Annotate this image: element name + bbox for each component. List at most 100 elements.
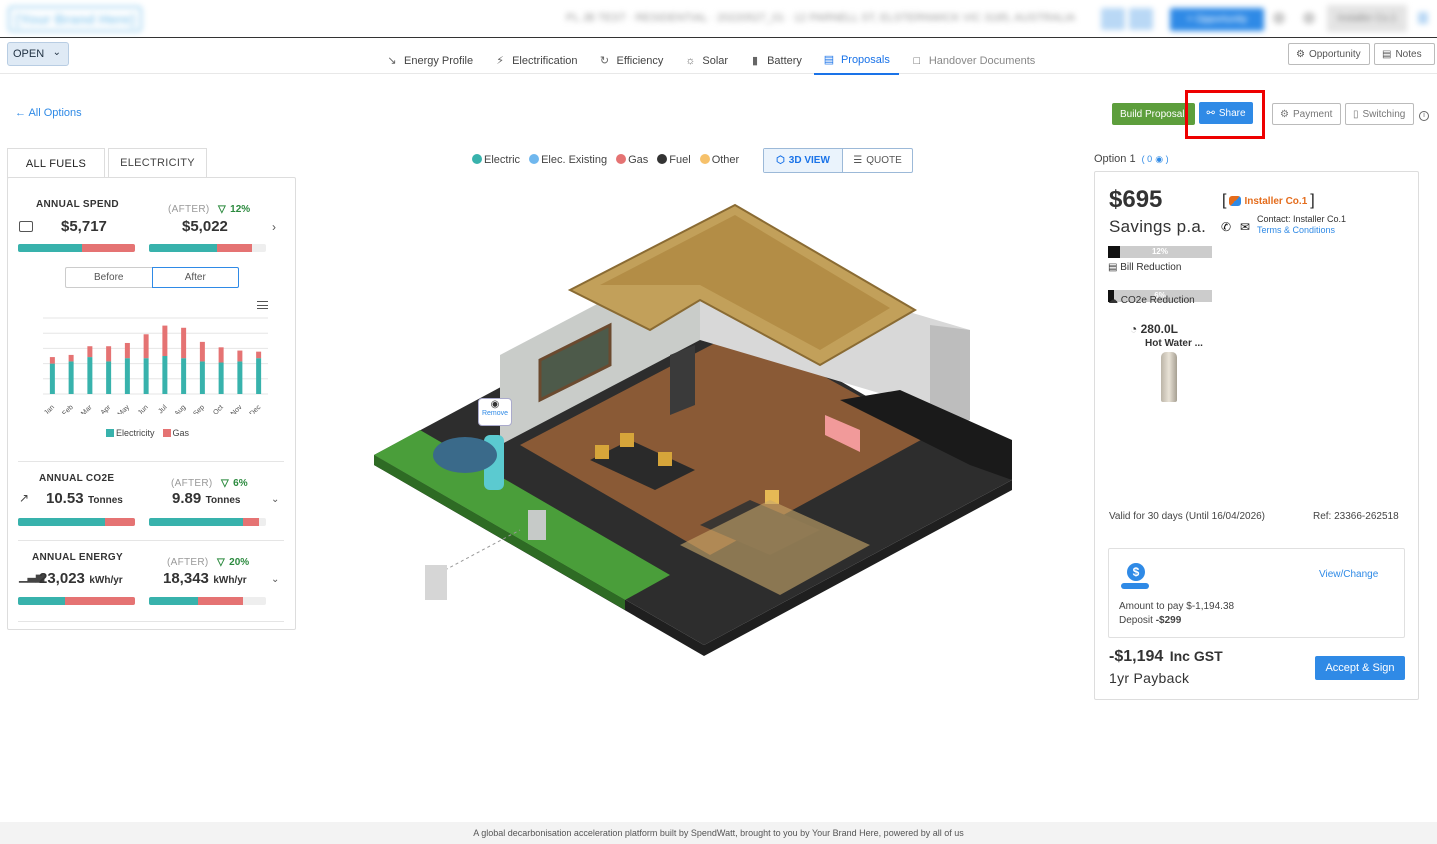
notes-button[interactable]: ▤ Notes [1374,43,1435,65]
status-select[interactable]: OPEN ⌄ [7,42,69,66]
view-change-link[interactable]: View/Change [1319,569,1378,580]
legend-item[interactable]: Elec. Existing [529,154,607,166]
opportunity-button[interactable]: ⚙ Opportunity [1288,43,1370,65]
chevron-right-icon[interactable]: › [272,220,276,234]
toggle-after[interactable]: After [151,267,239,288]
annual-co2-label: ANNUAL CO2E [39,473,115,484]
bar-electricity[interactable] [237,361,243,394]
electricity-segment [18,244,83,252]
deposit: Deposit -$299 [1119,615,1181,626]
tab-energy-profile[interactable]: ↘ Energy Profile [386,51,482,75]
user-menu[interactable]: Installer Co.1 [1327,5,1407,32]
x-tick-label: Dec [249,404,263,414]
tab-electrification[interactable]: ⚡︎ Electrification [494,51,586,75]
chevron-down-icon[interactable]: ⌄ [271,574,279,585]
bar-gas[interactable] [237,350,243,362]
bar-electricity[interactable] [49,363,55,394]
accept-sign-button[interactable]: Accept & Sign [1315,656,1405,680]
bar-gas[interactable] [218,347,224,363]
chevron-down-icon[interactable]: ⌄ [271,494,279,505]
chair [620,433,634,447]
x-tick-label: Jan [43,404,56,414]
bar-gas[interactable] [199,341,205,362]
installer-icon [1229,196,1242,206]
bar-electricity[interactable] [87,357,93,394]
brand-logo[interactable]: [Your Brand Here] [8,6,142,32]
bill-reduction-label: Bill Reduction [1120,262,1182,273]
tab-battery[interactable]: ▮ Battery [749,51,811,75]
email-icon[interactable]: ✉ [1240,220,1250,234]
tab-handover-documents[interactable]: □ Handover Documents [911,51,1044,75]
toggle-before[interactable]: Before [65,267,152,288]
add-opportunity-button[interactable]: + Opportunity [1170,8,1264,31]
legend-item[interactable]: Gas [616,154,648,166]
tab-all-fuels[interactable]: ALL FUELS [7,148,105,178]
terms-link[interactable]: Terms & Conditions [1257,225,1335,235]
sun-icon: ☼ [685,54,696,67]
bar-electricity[interactable] [256,358,262,394]
bar-electricity[interactable] [181,358,187,394]
3d-view-button[interactable]: ⬡ 3D VIEW [764,149,843,172]
option-views[interactable]: ( 0 [1142,154,1153,164]
wallet-icon [19,221,33,232]
next-button[interactable] [1129,8,1153,30]
x-tick-label: Mar [80,404,94,414]
bar-gas[interactable] [49,357,55,364]
tab-label: Solar [702,54,729,67]
option-header: Option 1 ( 0 ◉ ) [1094,153,1169,165]
tab-proposals[interactable]: ▤ Proposals [813,51,899,75]
bar-gas[interactable] [87,346,93,358]
share-button[interactable]: ⚯ Share [1199,102,1253,124]
bar-gas[interactable] [256,351,262,359]
house-3d-model[interactable] [370,190,1020,660]
bar-electricity[interactable] [143,358,149,394]
legend-item[interactable]: Other [699,154,739,166]
legend-item[interactable]: Electric [472,154,520,166]
chart-menu-icon[interactable] [257,301,268,309]
legend-dot [699,154,710,164]
build-proposal-button[interactable]: Build Proposal [1112,103,1195,125]
info-icon[interactable]: i [1419,111,1429,121]
x-tick-label: Oct [212,404,225,414]
quote-view-button[interactable]: ☰ QUOTE [843,149,912,172]
bar-gas[interactable] [68,354,74,362]
spa-pool [433,437,497,473]
bar-gas[interactable] [162,325,168,356]
bar-electricity[interactable] [68,361,74,394]
gauge-icon: ◔ [1130,322,1138,336]
payment-button[interactable]: ⚙ Payment [1272,103,1341,125]
tab-solar[interactable]: ☼ Solar [684,51,737,75]
x-tick-label: Sep [192,404,206,414]
notification-icon[interactable] [1418,12,1428,24]
prev-button[interactable] [1101,8,1125,30]
triangle-down-icon: ▽ [217,557,225,568]
bar-gas[interactable] [143,334,149,359]
bar-electricity[interactable] [218,362,224,394]
bar-electricity[interactable] [199,361,205,394]
help-icon[interactable] [1273,12,1285,24]
hot-water-product-image[interactable] [1161,352,1177,402]
status-value: OPEN [13,48,45,60]
chart-legend: Electricity Gas [106,428,189,438]
tab-electricity[interactable]: ELECTRICITY [108,148,207,178]
payback: 1yr Payback [1109,670,1190,686]
remove-item-button[interactable]: ◉ Remove [478,398,512,426]
co2-unit: Tonnes [88,495,123,506]
tab-efficiency[interactable]: ↻ Efficiency [599,51,673,75]
switching-label: Switching [1362,108,1406,120]
bar-electricity[interactable] [124,358,130,394]
bar-electricity[interactable] [106,361,112,394]
phone-icon[interactable]: ✆ [1221,220,1231,234]
legend-item: Electricity [106,428,155,438]
eye-icon: ◉ ) [1155,154,1169,164]
all-options-link[interactable]: ← All Options [15,107,82,119]
legend-item[interactable]: Fuel [657,154,691,166]
bar-gas[interactable] [124,342,130,359]
settings-icon[interactable] [1303,12,1315,24]
switching-button[interactable]: ▯ Switching [1345,103,1414,125]
bar-gas[interactable] [106,346,112,362]
bar-electricity[interactable] [162,356,168,394]
gear-icon: ⚙ [1296,48,1305,60]
bar-gas[interactable] [181,327,187,359]
opportunity-label: Opportunity [1308,48,1361,60]
